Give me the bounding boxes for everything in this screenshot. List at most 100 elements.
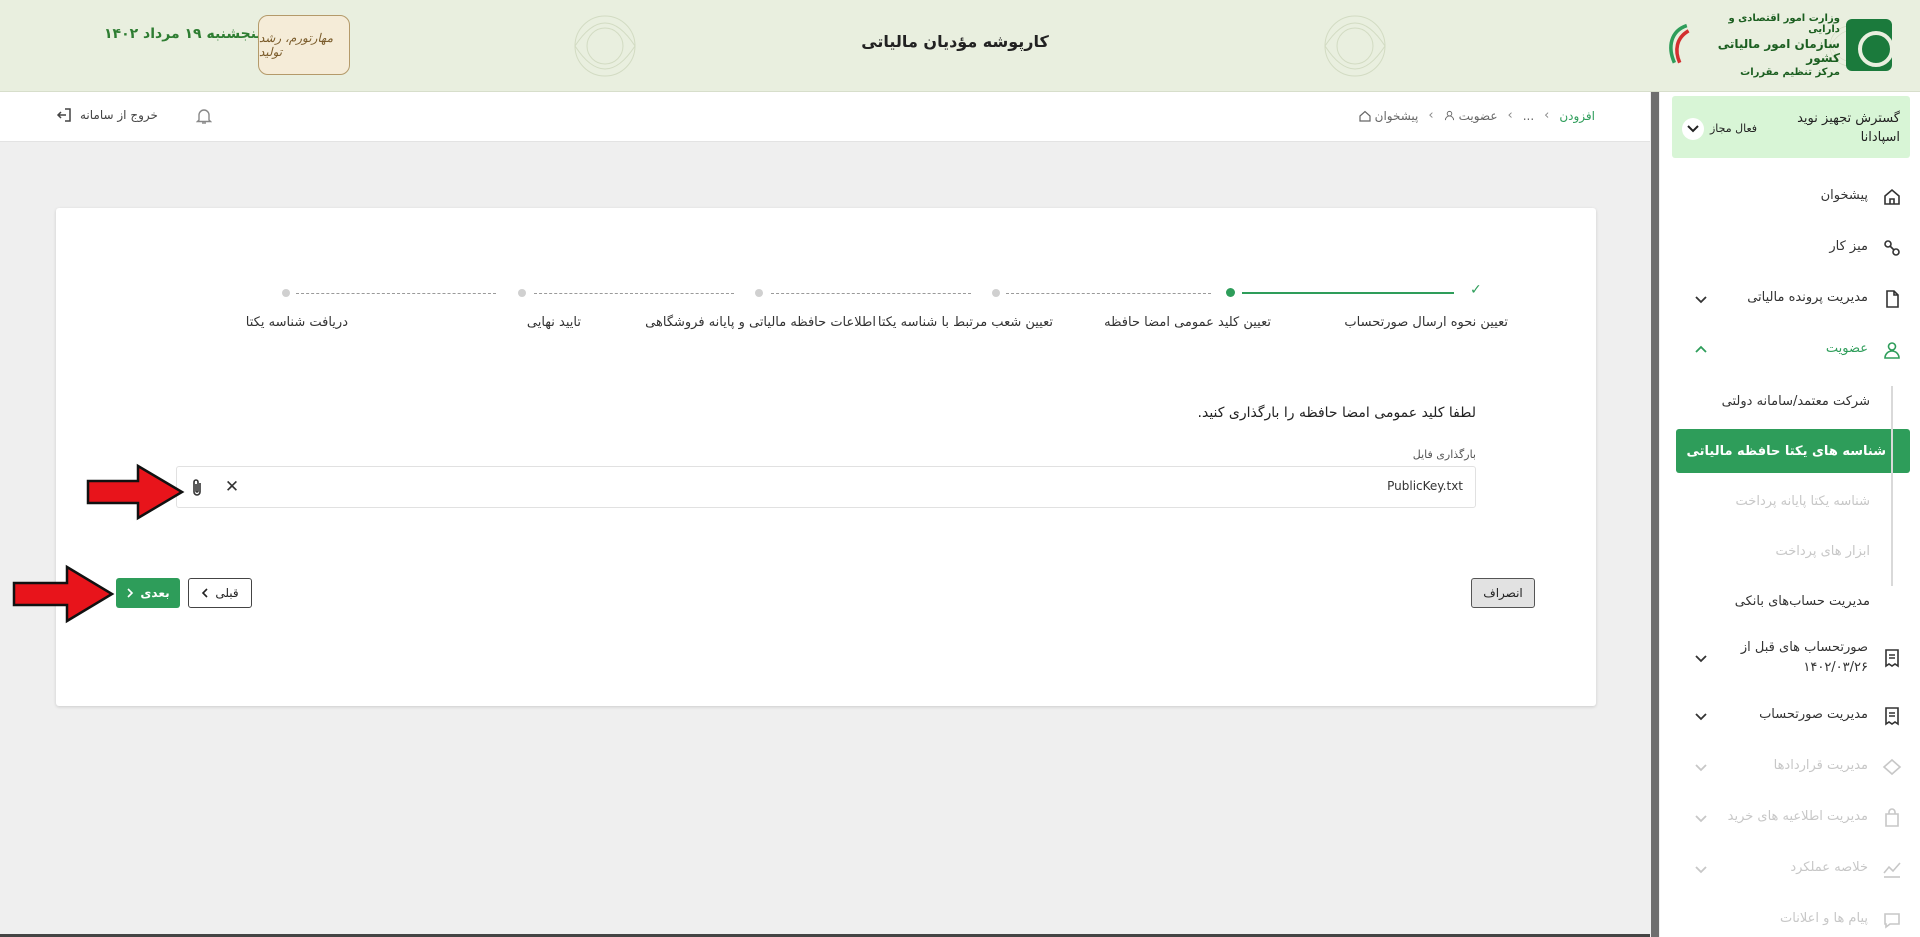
chevron-down-icon bbox=[1695, 655, 1707, 663]
flag-icon bbox=[1662, 19, 1692, 71]
sidebar-subitem-payment-terminal-id: شناسه یکتا پایانه پرداخت bbox=[1735, 493, 1870, 509]
breadcrumb-separator: › bbox=[1544, 108, 1550, 123]
step-label: تعیین نحوه ارسال صورتحساب bbox=[1344, 315, 1508, 330]
step-dot-active bbox=[1226, 288, 1235, 297]
sidebar-subitem-tax-memory-ids[interactable]: شناسه های یکتا حافظه مالیاتی bbox=[1676, 429, 1910, 473]
step-label: تعیین شعب مرتبط با شناسه یکتا bbox=[877, 315, 1053, 330]
sidebar-item-label: پیشخوان bbox=[1820, 188, 1868, 203]
sidebar-item-label: مدیریت پرونده مالیاتی bbox=[1747, 290, 1868, 305]
sidebar-item-performance-summary: خلاصه عملکرد bbox=[1660, 844, 1920, 895]
sub-header: خروج از سامانه پیشخوان › عضویت › ... › ا… bbox=[0, 92, 1650, 142]
step-connector bbox=[296, 293, 496, 294]
sidebar-item-tax-file[interactable]: مدیریت پرونده مالیاتی bbox=[1660, 274, 1920, 325]
sidebar-item-workspace[interactable]: میز کار bbox=[1660, 223, 1920, 274]
sidebar-item-messages: پیام ها و اعلانات bbox=[1660, 895, 1920, 937]
step-connector bbox=[771, 293, 971, 294]
breadcrumb-ellipsis[interactable]: ... bbox=[1523, 109, 1534, 123]
annotation-arrow-icon bbox=[86, 463, 185, 521]
sidebar-subitem-trusted-company[interactable]: شرکت معتمد/سامانه دولتی bbox=[1660, 376, 1920, 426]
home-icon bbox=[1359, 110, 1371, 122]
chevron-left-icon bbox=[202, 588, 208, 598]
step-dot bbox=[755, 289, 763, 297]
company-name: گسترش تجهیز نوید اسپادانا bbox=[1797, 111, 1900, 145]
step-connector bbox=[534, 293, 734, 294]
sidebar-item-label: پیام ها و اعلانات bbox=[1780, 911, 1868, 926]
paperclip-icon[interactable] bbox=[187, 477, 207, 499]
org-line-1: وزارت امور اقتصادی و دارایی bbox=[1728, 12, 1840, 35]
sidebar-item-dashboard[interactable]: پیشخوان bbox=[1660, 172, 1920, 223]
check-icon: ✓ bbox=[1470, 282, 1482, 298]
breadcrumb-home[interactable]: پیشخوان bbox=[1359, 109, 1418, 123]
user-icon bbox=[1884, 342, 1900, 359]
breadcrumb-separator: › bbox=[1507, 108, 1513, 123]
top-header: کارپوشه مؤدیان مالیاتی پنجشنبه ۱۹ مرداد … bbox=[0, 0, 1920, 92]
invoice-icon bbox=[1885, 707, 1899, 726]
sidebar-subitem-bank-accounts[interactable]: مدیریت حساب‌های بانکی bbox=[1660, 576, 1920, 626]
breadcrumb-current: افزودن bbox=[1559, 108, 1595, 123]
clear-file-icon[interactable]: ✕ bbox=[223, 477, 241, 497]
upload-instruction: لطفا کلید عمومی امضا حافظه را بارگذاری ک… bbox=[1197, 405, 1476, 421]
chevron-down-icon bbox=[1695, 815, 1707, 823]
step-dot bbox=[992, 289, 1000, 297]
sidebar-item-label: مدیریت صورتحساب bbox=[1759, 707, 1868, 722]
chevron-down-icon bbox=[1695, 296, 1707, 304]
chevron-down-icon[interactable] bbox=[1682, 118, 1704, 140]
contract-icon bbox=[1882, 758, 1902, 776]
workspace-icon bbox=[1884, 240, 1900, 256]
message-icon bbox=[1884, 913, 1900, 929]
step-label-active: تعیین کلید عمومی امضا حافظه bbox=[1104, 315, 1271, 330]
chart-icon bbox=[1883, 862, 1901, 878]
sidebar-item-label: مدیریت قراردادها bbox=[1773, 758, 1868, 773]
sidebar-item-label: خلاصه عملکرد bbox=[1790, 860, 1868, 875]
step-dot bbox=[518, 289, 526, 297]
sidebar-subitem-payment-tools: ابزار های پرداخت bbox=[1775, 543, 1870, 559]
breadcrumb: پیشخوان › عضویت › ... › افزودن bbox=[1359, 108, 1595, 123]
tax-org-emblem-icon bbox=[1845, 19, 1895, 71]
file-upload-field[interactable]: PublicKey.txt ✕ bbox=[176, 466, 1476, 508]
cancel-button[interactable]: انصراف bbox=[1471, 578, 1535, 608]
sidebar-item-purchase-notices: مدیریت اطلاعیه های خرید bbox=[1660, 793, 1920, 844]
uploaded-file-name: PublicKey.txt bbox=[1387, 479, 1463, 493]
sidebar-item-label: عضویت bbox=[1825, 341, 1868, 356]
slogan-seal: مهارتورم، رشد تولید bbox=[258, 15, 350, 75]
scrollbar[interactable] bbox=[1651, 92, 1659, 937]
sidebar-item-label: مدیریت اطلاعیه های خرید bbox=[1727, 809, 1868, 824]
step-label: اطلاعات حافظه مالیاتی و پایانه فروشگاهی bbox=[645, 315, 876, 330]
organization-logo: وزارت امور اقتصادی و دارایی سازمان امور … bbox=[1662, 12, 1895, 78]
next-button[interactable]: بعدی bbox=[116, 578, 180, 608]
previous-button[interactable]: قبلی bbox=[188, 578, 252, 608]
notification-bell-icon[interactable] bbox=[195, 107, 213, 129]
sidebar-item-contracts: مدیریت قراردادها bbox=[1660, 742, 1920, 793]
chevron-down-icon bbox=[1695, 764, 1707, 772]
step-label: دریافت شناسه یکتا bbox=[245, 315, 348, 330]
current-date: پنجشنبه ۱۹ مرداد ۱۴۰۲ bbox=[104, 26, 262, 42]
sidebar-item-label: صورتحساب های قبل از ۱۴۰۲/۰۳/۲۶ bbox=[1740, 640, 1868, 675]
sidebar-item-label: میز کار bbox=[1829, 239, 1868, 254]
sidebar-nav: پیشخوان میز کار مدیریت پرونده مالیاتی عض… bbox=[1660, 172, 1920, 937]
chevron-right-icon bbox=[127, 588, 134, 598]
invoice-icon bbox=[1885, 649, 1899, 668]
chevron-up-icon bbox=[1695, 345, 1707, 353]
org-line-3: مرکز تنظیم مقررات bbox=[1740, 66, 1840, 78]
file-icon bbox=[1886, 290, 1899, 308]
logout-button[interactable]: خروج از سامانه bbox=[56, 107, 158, 123]
step-connector bbox=[1006, 293, 1211, 294]
bag-icon bbox=[1885, 808, 1899, 827]
sidebar-item-old-invoices[interactable]: صورتحساب های قبل از ۱۴۰۲/۰۳/۲۶ bbox=[1660, 626, 1920, 691]
submenu-guide-line bbox=[1891, 386, 1893, 586]
sidebar-item-membership[interactable]: عضویت bbox=[1660, 325, 1920, 376]
membership-submenu: شرکت معتمد/سامانه دولتی شناسه های یکتا ح… bbox=[1660, 376, 1920, 626]
company-status: فعال مجاز bbox=[1710, 122, 1758, 135]
sidebar-item-invoice-management[interactable]: مدیریت صورتحساب bbox=[1660, 691, 1920, 742]
step-label: تایید نهایی bbox=[526, 315, 581, 330]
chevron-down-icon bbox=[1695, 713, 1707, 721]
sidebar: گسترش تجهیز نوید اسپادانا فعال مجاز پیشخ… bbox=[1660, 92, 1920, 937]
file-upload-label: بارگذاری فایل bbox=[1412, 448, 1476, 461]
breadcrumb-membership[interactable]: عضویت bbox=[1444, 109, 1497, 123]
home-icon bbox=[1884, 188, 1900, 205]
step-connector-done bbox=[1242, 292, 1454, 294]
breadcrumb-separator: › bbox=[1428, 108, 1434, 123]
logout-icon bbox=[56, 108, 71, 122]
company-selector[interactable]: گسترش تجهیز نوید اسپادانا فعال مجاز bbox=[1672, 96, 1910, 158]
user-icon bbox=[1444, 110, 1454, 121]
